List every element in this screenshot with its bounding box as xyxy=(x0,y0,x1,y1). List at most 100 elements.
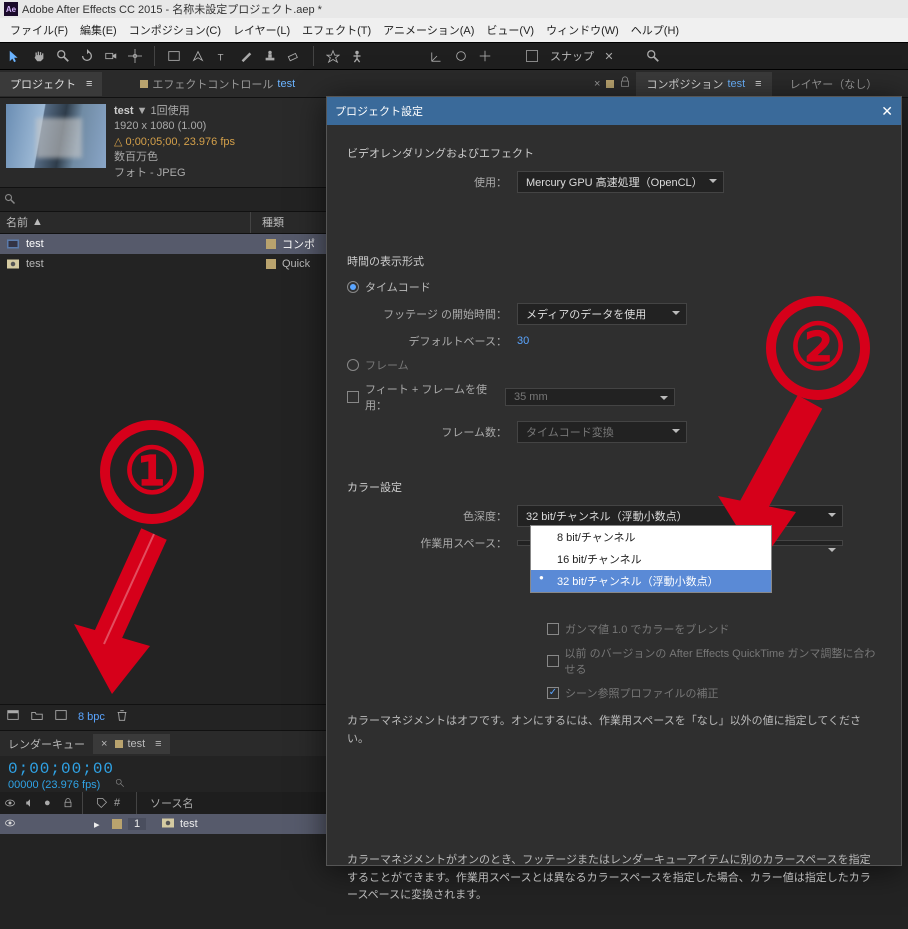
axis-tool-icon[interactable] xyxy=(476,47,494,65)
snap-options-icon[interactable]: ✕ xyxy=(600,47,618,65)
roto-tool-icon[interactable] xyxy=(324,47,342,65)
scene-ref-label: シーン参照プロファイルの補正 xyxy=(565,685,718,701)
menu-composition[interactable]: コンポジション(C) xyxy=(123,20,227,40)
layer-row[interactable]: ▸ 1 test xyxy=(0,814,330,834)
lock-icon xyxy=(618,75,632,92)
tab-layer-none[interactable]: レイヤー（なし） xyxy=(780,72,888,96)
gamma-blend-label: ガンマ値 1.0 でカラーをブレンド xyxy=(565,621,729,637)
callout-number-one: ① xyxy=(100,420,204,524)
tab-timeline-comp[interactable]: × test ≡ xyxy=(93,734,170,754)
trash-icon[interactable] xyxy=(115,708,129,725)
tab-composition[interactable]: コンポジション test ≡ xyxy=(636,72,771,96)
panel-tabs-left: プロジェクト ≡ エフェクトコントロール test xyxy=(0,70,588,98)
feet-frames-checkbox[interactable] xyxy=(347,391,359,403)
tab-project[interactable]: プロジェクト ≡ xyxy=(0,72,102,96)
axis-tool-icon[interactable] xyxy=(428,47,446,65)
camera-tool-icon[interactable] xyxy=(102,47,120,65)
callout-one: ① xyxy=(100,420,204,524)
svg-text:T: T xyxy=(218,52,224,63)
color-swatch[interactable] xyxy=(266,239,276,249)
default-base-value[interactable]: 30 xyxy=(517,335,529,347)
tab-composition-target: test xyxy=(727,78,745,90)
timecode-radio-label: タイムコード xyxy=(365,279,431,295)
legacy-qt-checkbox[interactable] xyxy=(547,655,559,667)
selection-tool-icon[interactable] xyxy=(6,47,24,65)
scene-ref-checkbox[interactable] xyxy=(547,687,559,699)
new-comp-icon[interactable] xyxy=(54,708,68,725)
dialog-titlebar[interactable]: プロジェクト設定 ✕ xyxy=(327,97,901,125)
project-row-name: test xyxy=(26,238,260,250)
menu-effect[interactable]: エフェクト(T) xyxy=(296,20,377,40)
search-icon[interactable] xyxy=(115,779,125,791)
menu-view[interactable]: ビュー(V) xyxy=(480,20,540,40)
brush-tool-icon[interactable] xyxy=(237,47,255,65)
project-row-footage[interactable]: test Quick xyxy=(0,254,326,274)
project-bottom-toolbar: 8 bpc xyxy=(0,704,330,728)
col-type-label[interactable]: 種類 xyxy=(262,214,326,230)
footage-duration: △ 0;00;05;00, 23.976 fps xyxy=(114,135,235,150)
tab-composition-label: コンポジション xyxy=(646,76,723,92)
eye-col-icon xyxy=(4,797,18,809)
toolbar-divider xyxy=(313,46,314,66)
stamp-tool-icon[interactable] xyxy=(261,47,279,65)
footage-name: test xyxy=(114,105,134,117)
layer-color-swatch[interactable] xyxy=(112,819,122,829)
quicktime-icon xyxy=(6,259,20,269)
hand-tool-icon[interactable] xyxy=(30,47,48,65)
layer-name[interactable]: test xyxy=(180,818,198,830)
menu-layer[interactable]: レイヤー(L) xyxy=(227,20,296,40)
timecode-radio[interactable] xyxy=(347,281,359,293)
menu-animation[interactable]: アニメーション(A) xyxy=(377,20,480,40)
pen-tool-icon[interactable] xyxy=(189,47,207,65)
close-icon[interactable]: ✕ xyxy=(881,103,893,120)
row-renderer: 使用： Mercury GPU 高速処理（OpenCL） xyxy=(347,171,881,193)
project-search[interactable] xyxy=(0,188,326,212)
use-label: 使用： xyxy=(347,174,517,190)
frame-count-dropdown[interactable]: タイムコード変換 xyxy=(517,421,687,443)
row-legacy-qt: 以前 のバージョンの After Effects QuickTime ガンマ調整… xyxy=(547,645,881,677)
menu-edit[interactable]: 編集(E) xyxy=(74,20,123,40)
new-folder-icon[interactable] xyxy=(30,708,44,725)
window-title: Adobe After Effects CC 2015 - 名称未設定プロジェク… xyxy=(22,1,322,17)
color-swatch[interactable] xyxy=(266,259,276,269)
footage-start-dropdown[interactable]: メディアのデータを使用 xyxy=(517,303,687,325)
gamma-blend-checkbox[interactable] xyxy=(547,623,559,635)
feet-frames-dropdown[interactable]: 35 mm xyxy=(505,388,675,406)
text-tool-icon[interactable]: T xyxy=(213,47,231,65)
project-row-comp[interactable]: test コンポ xyxy=(0,234,326,254)
rotate-tool-icon[interactable] xyxy=(78,47,96,65)
depth-dropdown-popup: 8 bit/チャンネル 16 bit/チャンネル 32 bit/チャンネル（浮動… xyxy=(530,525,772,593)
search-help-icon[interactable] xyxy=(644,47,662,65)
depth-option-16bit[interactable]: 16 bit/チャンネル xyxy=(531,548,771,570)
footage-info: test ▼ 1回使用 1920 x 1080 (1.00) △ 0;00;05… xyxy=(0,98,326,188)
toolbar: T スナップ ✕ xyxy=(0,42,908,70)
axis-tool-icon[interactable] xyxy=(452,47,470,65)
interpret-footage-icon[interactable] xyxy=(6,708,20,725)
snap-checkbox[interactable] xyxy=(526,50,538,62)
depth-option-32bit[interactable]: 32 bit/チャンネル（浮動小数点） xyxy=(531,570,771,592)
bpc-indicator[interactable]: 8 bpc xyxy=(78,711,105,723)
rect-tool-icon[interactable] xyxy=(165,47,183,65)
menu-help[interactable]: ヘルプ(H) xyxy=(625,20,685,40)
eraser-tool-icon[interactable] xyxy=(285,47,303,65)
source-name-header[interactable]: ソース名 xyxy=(150,795,193,811)
puppet-tool-icon[interactable] xyxy=(348,47,366,65)
twirl-icon[interactable]: ▸ xyxy=(94,818,106,831)
comp-icon xyxy=(6,239,20,249)
zoom-tool-icon[interactable] xyxy=(54,47,72,65)
footage-format: フォト - JPEG xyxy=(114,166,235,181)
menu-bar: ファイル(F) 編集(E) コンポジション(C) レイヤー(L) エフェクト(T… xyxy=(0,18,908,42)
menu-window[interactable]: ウィンドウ(W) xyxy=(540,20,625,40)
project-row-name: test xyxy=(26,258,260,270)
col-name-label[interactable]: 名前 xyxy=(6,214,28,230)
menu-file[interactable]: ファイル(F) xyxy=(4,20,74,40)
current-timecode[interactable]: 0;00;00;00 xyxy=(8,760,322,778)
frames-radio[interactable] xyxy=(347,359,359,371)
tab-effect-controls[interactable]: エフェクトコントロール test xyxy=(130,72,305,96)
renderer-dropdown[interactable]: Mercury GPU 高速処理（OpenCL） xyxy=(517,171,724,193)
anchor-tool-icon[interactable] xyxy=(126,47,144,65)
tab-render-queue[interactable]: レンダーキュー xyxy=(0,732,93,756)
eye-toggle-icon[interactable] xyxy=(4,817,16,832)
dialog-title: プロジェクト設定 xyxy=(335,103,423,119)
depth-option-8bit[interactable]: 8 bit/チャンネル xyxy=(531,526,771,548)
